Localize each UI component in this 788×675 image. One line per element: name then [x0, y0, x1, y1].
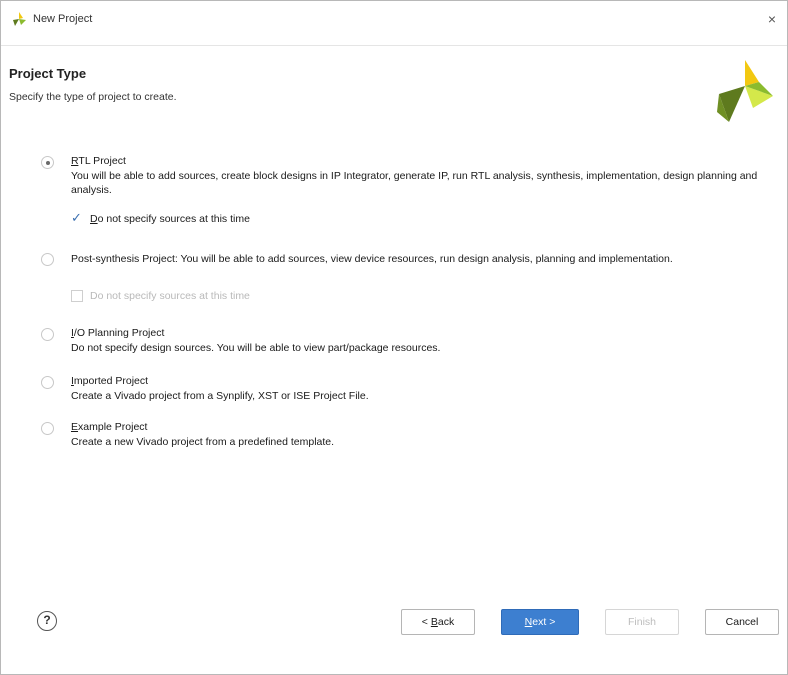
accel-back: B	[430, 616, 438, 628]
accel-post[interactable]: P	[71, 253, 78, 265]
radio-io-planning[interactable]	[41, 328, 54, 341]
new-project-dialog: New Project × Project Type Specify the t…	[0, 0, 788, 675]
cancel-button[interactable]: Cancel	[705, 609, 779, 635]
page-subtitle: Specify the type of project to create.	[9, 91, 177, 103]
option-desc-imported: Create a Vivado project from a Synplify,…	[71, 390, 369, 402]
radio-rtl-project[interactable]	[41, 156, 54, 169]
dialog-footer: ? < Back Next > Finish Cancel	[1, 601, 787, 674]
checkbox-label-rtl: Do not specify sources at this time	[90, 213, 250, 225]
option-desc-example: Create a new Vivado project from a prede…	[71, 436, 335, 448]
window-title: New Project	[33, 13, 93, 25]
option-title-example-rest: xample Project	[78, 421, 148, 433]
page-title: Project Type	[9, 66, 87, 81]
option-title-rtl-rest: TL Project	[78, 155, 126, 167]
checkmark-icon: ✓	[71, 210, 82, 225]
checkbox-row-post-synthesis: Do not specify sources at this time	[71, 290, 250, 302]
radio-post-synthesis[interactable]	[41, 253, 54, 266]
option-title-imported[interactable]: Imported Project	[71, 375, 148, 387]
option-title-imported-rest: mported Project	[73, 375, 149, 387]
accel-do-not: D	[90, 213, 98, 225]
checkbox-row-rtl[interactable]: ✓ Do not specify sources at this time	[71, 210, 250, 225]
option-example-project: Example Project Create a new Vivado proj…	[41, 419, 761, 453]
radio-imported[interactable]	[41, 376, 54, 389]
back-button[interactable]: < Back	[401, 609, 475, 635]
option-title-io-rest: /O Planning Project	[73, 327, 165, 339]
next-button[interactable]: Next >	[501, 609, 579, 635]
option-desc-rtl: You will be able to add sources, create …	[71, 170, 758, 196]
help-icon[interactable]: ?	[37, 611, 57, 631]
option-title-rtl[interactable]: RTL Project	[71, 155, 126, 167]
finish-button: Finish	[605, 609, 679, 635]
option-desc-post-synthesis: You will be able to add sources, view de…	[180, 253, 673, 265]
option-rtl-project: RTL Project You will be able to add sour…	[41, 153, 761, 233]
accel-example: E	[71, 421, 79, 433]
option-post-synthesis-text: Post-synthesis Project: You will be able…	[71, 252, 761, 266]
vivado-logo-icon	[13, 12, 26, 26]
option-title-example[interactable]: Example Project	[71, 421, 147, 433]
option-io-planning-project: I/O Planning Project Do not specify desi…	[41, 325, 761, 359]
back-prefix: <	[421, 616, 431, 628]
option-title-io[interactable]: I/O Planning Project	[71, 327, 164, 339]
option-title-post-synthesis[interactable]: ost-synthesis Project:	[78, 253, 178, 265]
option-desc-io: Do not specify design sources. You will …	[71, 342, 441, 354]
next-label-rest: ext >	[532, 616, 556, 628]
page-header: Project Type Specify the type of project…	[1, 45, 787, 125]
close-icon[interactable]: ×	[763, 10, 781, 28]
checkbox-label-post-synthesis: Do not specify sources at this time	[90, 290, 250, 302]
option-imported-project: Imported Project Create a Vivado project…	[41, 373, 761, 407]
title-bar: New Project ×	[1, 1, 787, 37]
radio-example[interactable]	[41, 422, 54, 435]
vivado-brand-logo	[717, 60, 773, 122]
checkbox-label-rtl-rest: o not specify sources at this time	[97, 213, 250, 225]
option-post-synthesis-project: Post-synthesis Project: You will be able…	[41, 250, 761, 310]
checkbox-rtl-no-sources[interactable]: ✓	[71, 210, 83, 225]
back-label-rest: ack	[437, 616, 455, 628]
checkbox-post-synthesis-no-sources	[71, 290, 83, 302]
